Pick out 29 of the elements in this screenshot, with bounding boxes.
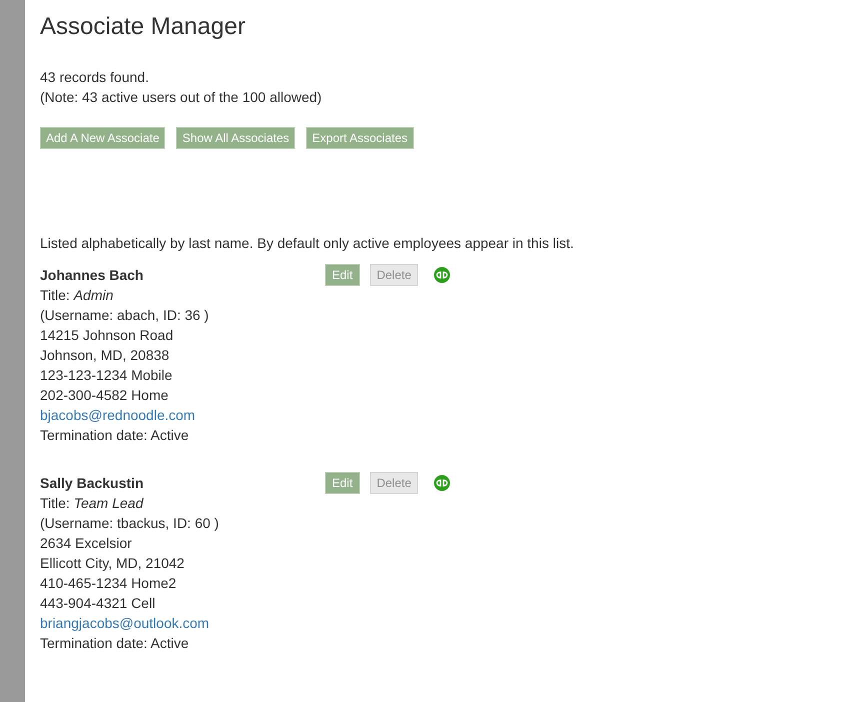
qb-logo-icon[interactable] [434, 267, 450, 283]
associate-name: Johannes Bach [40, 266, 144, 285]
page-title: Associate Manager [40, 13, 246, 41]
associate-detail: Title: Admin [40, 286, 114, 305]
associate-detail: 410-465-1234 Home2 [40, 574, 178, 593]
qb-logo-icon[interactable] [434, 475, 450, 491]
summary-text: 43 records found. [40, 68, 150, 87]
email-link[interactable]: briangjacobs@outlook.com [40, 613, 325, 633]
termination-text: Termination date: Active [40, 634, 190, 653]
associate-detail: Johnson, MD, 20838 [40, 346, 170, 365]
associate-detail: 123-123-1234 Mobile [40, 366, 174, 385]
associate-detail: 202-300-4582 Home [40, 386, 170, 405]
termination-text: Termination date: Active [40, 426, 190, 445]
associate-detail: Ellicott City, MD, 21042 [40, 554, 186, 573]
action-button[interactable]: Export Associates [306, 127, 414, 149]
action-button[interactable]: Show All Associates [176, 127, 296, 149]
action-button[interactable]: Add A New Associate [40, 127, 166, 149]
associate-detail: 2634 Excelsior [40, 534, 133, 553]
email-link[interactable]: bjacobs@rednoodle.com [40, 405, 325, 425]
edit-button[interactable]: Edit [325, 472, 360, 494]
associate-detail: (Username: abach, ID: 36 ) [40, 306, 210, 325]
associate-detail: 14215 Johnson Road [40, 326, 174, 345]
edit-button[interactable]: Edit [325, 264, 360, 286]
associate-detail: (Username: tbackus, ID: 60 ) [40, 514, 220, 533]
associate-detail: 443-904-4321 Cell [40, 594, 156, 613]
summary-text: (Note: 43 active users out of the 100 allowed) [40, 88, 323, 107]
list-note: Listed alphabetically by last name. By default only active employees appear in this list. [40, 234, 575, 253]
associate-name: Sally Backustin [40, 474, 144, 493]
associate-detail: Title: Team Lead [40, 494, 145, 513]
